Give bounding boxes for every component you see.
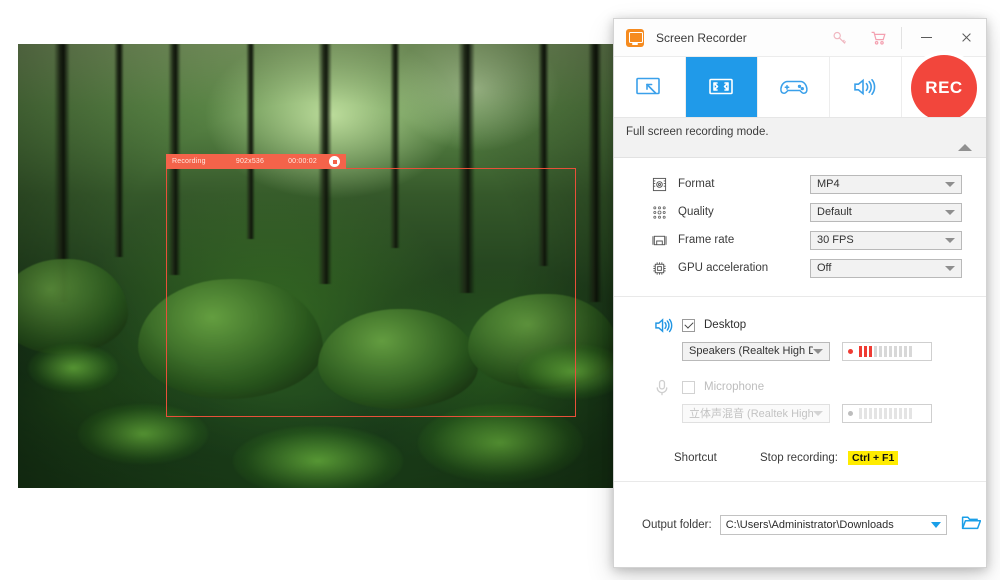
mode-game-button[interactable] — [758, 57, 830, 117]
setting-label-gpu: GPU acceleration — [678, 262, 769, 274]
chevron-down-icon — [945, 181, 955, 187]
microphone-meter-indicator — [848, 410, 853, 416]
shortcut-action-label: Stop recording: — [760, 452, 838, 464]
shortcut-section: Shortcut Stop recording: Ctrl + F1 — [614, 437, 986, 482]
framerate-dropdown[interactable]: 30 FPS — [810, 230, 962, 250]
mode-custom-region-button[interactable] — [614, 57, 686, 117]
screen-root: Recording 902x536 00:00:02 Screen Record… — [0, 0, 1000, 580]
microphone-device-value: 立体声混音 (Realtek High D... — [689, 408, 813, 420]
framerate-value: 30 FPS — [817, 234, 854, 246]
chevron-down-icon — [945, 209, 955, 215]
chevron-down-icon — [813, 348, 823, 354]
speaker-on-icon — [654, 317, 682, 334]
setting-row-framerate: Frame rate 30 FPS — [614, 226, 986, 254]
gpu-value: Off — [817, 262, 832, 274]
microphone-device-row: 立体声混音 (Realtek High D... — [614, 399, 986, 427]
chevron-down-icon — [930, 521, 941, 528]
format-dropdown[interactable]: MP4 — [810, 174, 962, 194]
key-icon[interactable] — [821, 19, 859, 57]
output-folder-section: Output folder: C:\Users\Administrator\Do… — [614, 482, 986, 567]
chevron-down-icon — [813, 410, 823, 416]
recording-elapsed-time: 00:00:02 — [288, 158, 317, 165]
shortcut-title: Shortcut — [674, 452, 717, 464]
shortcut-key-badge[interactable]: Ctrl + F1 — [848, 451, 899, 465]
recording-mode-toolbar: REC — [614, 55, 986, 121]
microphone-label: Microphone — [704, 381, 765, 393]
setting-label-framerate: Frame rate — [678, 234, 735, 246]
format-icon — [652, 177, 678, 192]
mode-full-screen-button[interactable] — [686, 57, 758, 117]
minimize-button[interactable] — [906, 19, 946, 57]
chevron-up-icon[interactable] — [958, 144, 972, 151]
close-button[interactable] — [946, 19, 986, 57]
record-button-slot: REC — [902, 55, 986, 121]
audio-section: Desktop Speakers (Realtek High De... — [614, 297, 986, 437]
desktop-audio-checkbox[interactable] — [682, 318, 695, 332]
recording-status-label: Recording — [172, 158, 206, 165]
output-folder-path: C:\Users\Administrator\Downloads — [725, 518, 894, 531]
chevron-down-icon — [945, 265, 955, 271]
desktop-volume-meter — [842, 341, 932, 361]
setting-row-format: Format MP4 — [614, 170, 986, 198]
desktop-meter-indicator — [848, 348, 853, 354]
folder-open-icon[interactable] — [961, 514, 981, 536]
window-title: Screen Recorder — [656, 30, 747, 45]
mode-hint-bar: Full screen recording mode. — [614, 117, 986, 158]
setting-label-quality: Quality — [678, 206, 714, 218]
quality-dropdown[interactable]: Default — [810, 202, 962, 222]
setting-row-quality: Quality Default — [614, 198, 986, 226]
format-value: MP4 — [817, 178, 840, 190]
record-button[interactable]: REC — [911, 55, 977, 121]
microphone-icon — [654, 379, 682, 396]
screen-recorder-window: Screen Recorder REC Full screen recordin… — [613, 18, 987, 568]
recording-dimensions-label: 902x536 — [235, 158, 265, 165]
desktop-audio-label: Desktop — [704, 319, 747, 331]
title-bar: Screen Recorder — [614, 19, 986, 57]
framerate-icon — [652, 233, 678, 248]
screen-recorder-logo-icon — [626, 28, 644, 47]
setting-label-format: Format — [678, 178, 715, 190]
desktop-device-value: Speakers (Realtek High De... — [689, 345, 813, 357]
chevron-down-icon — [945, 237, 955, 243]
desktop-audio-row: Desktop — [614, 313, 986, 337]
desktop-device-dropdown[interactable]: Speakers (Realtek High De... — [682, 341, 830, 361]
microphone-device-dropdown[interactable]: 立体声混音 (Realtek High D... — [682, 403, 830, 423]
microphone-checkbox[interactable] — [682, 380, 695, 394]
quality-icon — [652, 205, 678, 220]
settings-section: Format MP4 Quality Default Frame rate 30… — [614, 158, 986, 297]
output-folder-dropdown[interactable]: C:\Users\Administrator\Downloads — [719, 514, 947, 535]
gpu-icon — [652, 261, 678, 276]
stop-recording-icon[interactable] — [329, 156, 340, 167]
microphone-volume-meter — [842, 403, 932, 423]
desktop-device-row: Speakers (Realtek High De... — [614, 337, 986, 365]
output-folder-label: Output folder: — [642, 518, 712, 531]
recording-status-overlay: Recording 902x536 00:00:02 — [166, 154, 346, 169]
recording-selection-rectangle[interactable] — [166, 168, 576, 417]
setting-row-gpu: GPU acceleration Off — [614, 254, 986, 282]
shopping-cart-icon[interactable] — [859, 19, 897, 57]
mode-hint-text: Full screen recording mode. — [626, 126, 769, 138]
mode-audio-button[interactable] — [830, 57, 902, 117]
microphone-row: Microphone — [614, 375, 986, 399]
quality-value: Default — [817, 206, 852, 218]
title-bar-divider — [901, 26, 902, 49]
gpu-dropdown[interactable]: Off — [810, 258, 962, 278]
